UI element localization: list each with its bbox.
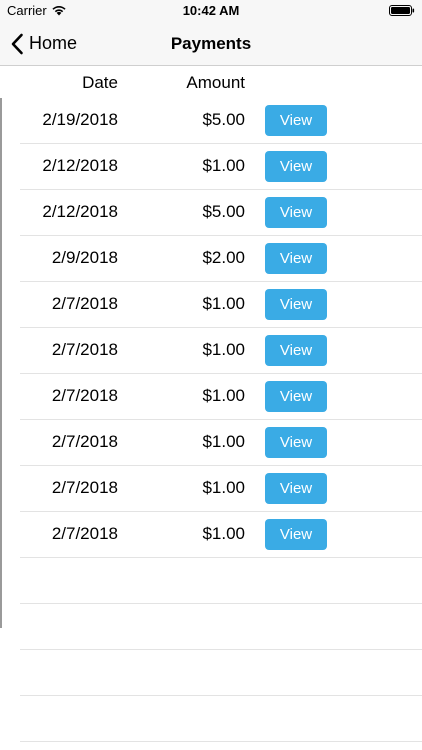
table-row: 2/7/2018 $1.00 View	[20, 328, 422, 374]
payment-date: 2/7/2018	[51, 478, 118, 497]
table-row: 2/7/2018 $1.00 View	[20, 374, 422, 420]
view-button[interactable]: View	[265, 473, 327, 504]
view-button[interactable]: View	[265, 197, 327, 228]
table-row: 2/9/2018 $2.00 View	[20, 236, 422, 282]
payment-date: 2/7/2018	[51, 432, 118, 451]
payment-amount: $2.00	[202, 248, 245, 267]
payment-amount: $1.00	[202, 524, 245, 543]
view-button[interactable]: View	[265, 289, 327, 320]
table-rows: 2/19/2018 $5.00 View 2/12/2018 $1.00 Vie…	[0, 98, 422, 742]
payments-table: Date Amount 2/19/2018 $5.00 View 2/12/20…	[0, 66, 422, 750]
payment-date: 2/7/2018	[51, 340, 118, 359]
payment-amount: $5.00	[202, 202, 245, 221]
battery-icon	[389, 5, 415, 16]
view-button[interactable]: View	[265, 427, 327, 458]
table-header: Date Amount	[0, 66, 422, 98]
payment-date: 2/12/2018	[42, 202, 118, 221]
navigation-bar: Home Payments	[0, 22, 422, 66]
view-button[interactable]: View	[265, 105, 327, 136]
payments-screen: Carrier 10:42 AM Home Payments Date Amou…	[0, 0, 422, 750]
status-time: 10:42 AM	[182, 3, 240, 18]
payment-amount: $1.00	[202, 432, 245, 451]
date-column-header: Date	[82, 73, 118, 92]
table-row: 2/7/2018 $1.00 View	[20, 466, 422, 512]
payment-amount: $1.00	[202, 340, 245, 359]
table-row: 2/19/2018 $5.00 View	[20, 98, 422, 144]
amount-column-header: Amount	[186, 73, 245, 92]
empty-row	[20, 558, 422, 604]
status-bar: Carrier 10:42 AM	[0, 0, 422, 22]
page-title: Payments	[170, 34, 252, 53]
table-row: 2/7/2018 $1.00 View	[20, 420, 422, 466]
empty-row	[20, 604, 422, 650]
payment-amount: $1.00	[202, 478, 245, 497]
payment-date: 2/7/2018	[51, 524, 118, 543]
empty-row	[20, 650, 422, 696]
view-button[interactable]: View	[265, 151, 327, 182]
payment-date: 2/9/2018	[51, 248, 118, 267]
payment-date: 2/12/2018	[42, 156, 118, 175]
view-button[interactable]: View	[265, 243, 327, 274]
view-button[interactable]: View	[265, 519, 327, 550]
empty-row	[20, 696, 422, 742]
table-row: 2/12/2018 $5.00 View	[20, 190, 422, 236]
payment-amount: $1.00	[202, 386, 245, 405]
table-row: 2/7/2018 $1.00 View	[20, 512, 422, 558]
payment-date: 2/7/2018	[51, 294, 118, 313]
payment-amount: $1.00	[202, 156, 245, 175]
table-row: 2/12/2018 $1.00 View	[20, 144, 422, 190]
payment-date: 2/19/2018	[42, 110, 118, 129]
payment-date: 2/7/2018	[51, 386, 118, 405]
table-row: 2/7/2018 $1.00 View	[20, 282, 422, 328]
payment-amount: $5.00	[202, 110, 245, 129]
view-button[interactable]: View	[265, 335, 327, 366]
payment-amount: $1.00	[202, 294, 245, 313]
view-button[interactable]: View	[265, 381, 327, 412]
